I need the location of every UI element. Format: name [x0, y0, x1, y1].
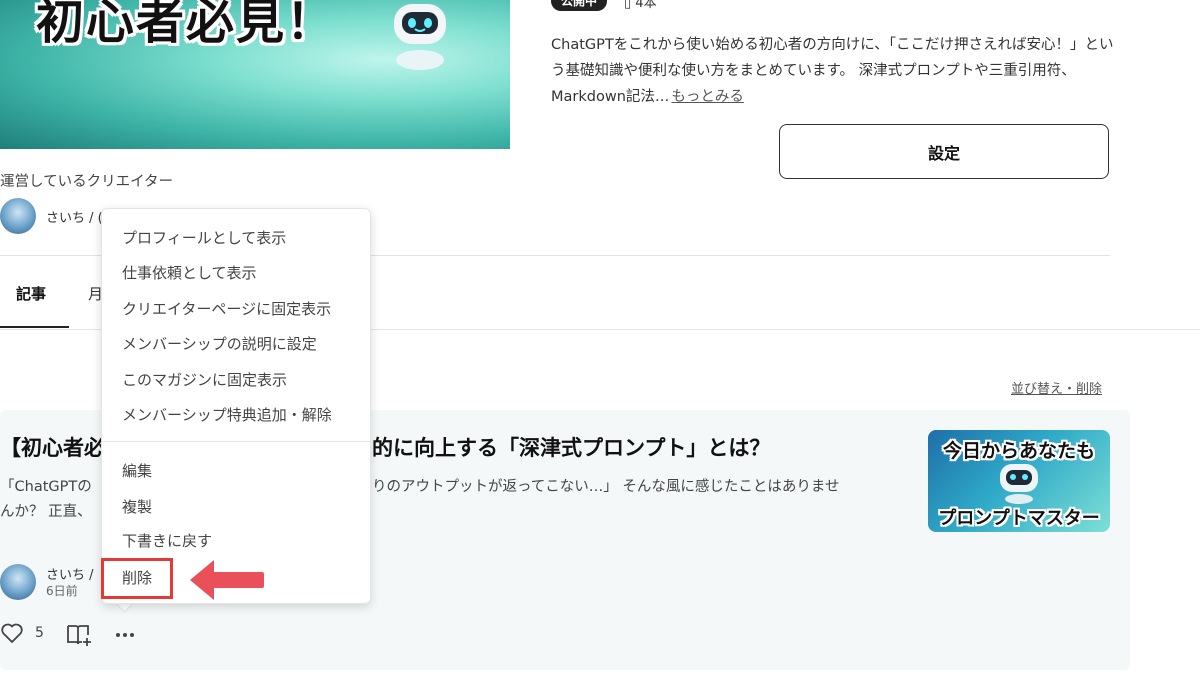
status-badge: 公開中: [551, 0, 608, 11]
article-count-value: 4本: [635, 0, 657, 11]
settings-button[interactable]: 設定: [779, 124, 1109, 179]
author-avatar[interactable]: [0, 564, 36, 600]
creator-section-label: 運営しているクリエイター: [0, 174, 173, 190]
menu-divider: [102, 441, 370, 442]
thumbnail-text-top: 今日からあなたも: [942, 440, 1095, 462]
article-title-left[interactable]: 【初心者必: [0, 432, 105, 462]
menu-item-pin-to-magazine[interactable]: このマガジンに固定表示: [122, 369, 287, 390]
creator-avatar[interactable]: [0, 198, 36, 234]
menu-item-pin-to-creator-page[interactable]: クリエイターページに固定表示: [122, 298, 331, 319]
cover-title: 初心者必見！: [36, 0, 337, 50]
article-excerpt-line1-left: 「ChatGPTの: [0, 479, 92, 495]
magazine-cover-image: 初心者必見！: [0, 0, 510, 149]
author-name[interactable]: さいち /: [46, 564, 94, 583]
menu-item-show-as-job-request[interactable]: 仕事依頼として表示: [122, 262, 257, 283]
robot-illustration: [394, 4, 446, 70]
left-arrow-icon: [190, 560, 264, 600]
heart-icon[interactable]: [0, 622, 24, 644]
article-excerpt-line1-right: りのアウトプットが返ってこない…」 そんな風に感じたことはありませ: [372, 479, 840, 495]
magazine-description: ChatGPTをこれから使い始める初心者の方向けに、「ここだけ押さえれば安心！」…: [551, 32, 1121, 110]
thumbnail-text-bottom: プロンプトマスター: [938, 508, 1100, 529]
magazine-icon: ▯: [624, 0, 636, 11]
sort-delete-link[interactable]: 並び替え・削除: [1011, 378, 1102, 397]
robot-thumbnail-icon: [1000, 464, 1038, 504]
menu-item-edit[interactable]: 編集: [122, 460, 152, 481]
tab-articles[interactable]: 記事: [16, 283, 46, 304]
article-excerpt-line2: んか？ 正直、: [0, 504, 92, 520]
article-context-menu: プロフィールとして表示 仕事依頼として表示 クリエイターページに固定表示 メンバ…: [101, 208, 371, 604]
more-options-icon[interactable]: [114, 626, 136, 644]
description-text: ChatGPTをこれから使い始める初心者の方向けに、「ここだけ押さえれば安心！」…: [551, 37, 1114, 105]
delete-highlight-box: [101, 558, 173, 599]
article-count: ▯ 4本: [624, 0, 657, 11]
article-title-right[interactable]: 的に向上する「深津式プロンプト」とは？: [372, 432, 770, 462]
menu-item-show-as-profile[interactable]: プロフィールとして表示: [122, 227, 286, 248]
menu-item-duplicate[interactable]: 複製: [122, 496, 152, 517]
publish-date: 6日前: [46, 584, 78, 598]
article-thumbnail[interactable]: 今日からあなたも プロンプトマスター: [928, 430, 1110, 532]
read-more-link[interactable]: もっとみる: [671, 89, 744, 105]
menu-item-set-membership-description[interactable]: メンバーシップの説明に設定: [122, 333, 317, 354]
active-tab-indicator: [0, 326, 69, 328]
like-count: 5: [35, 625, 44, 641]
creator-name[interactable]: さいち / (: [46, 207, 103, 226]
add-to-magazine-icon[interactable]: [66, 623, 92, 647]
menu-item-membership-benefit[interactable]: メンバーシップ特典追加・解除: [122, 404, 332, 425]
menu-item-revert-to-draft[interactable]: 下書きに戻す: [122, 530, 212, 551]
